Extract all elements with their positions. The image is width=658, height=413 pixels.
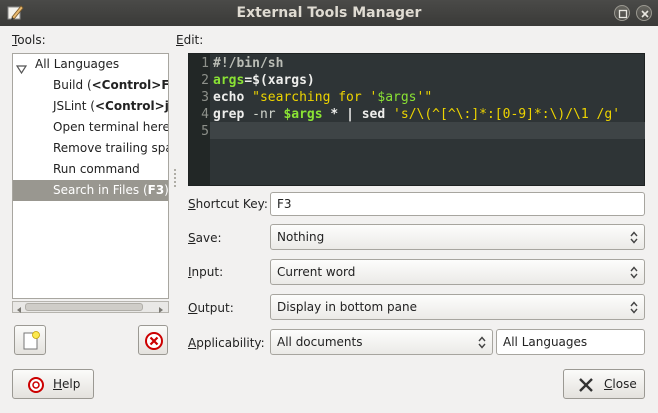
code-line: grep -nr $args * | sed 's/\(^[^\:]*:[0-9… [213, 107, 621, 122]
help-button[interactable]: Help [12, 369, 94, 399]
tools-tree[interactable]: All Languages Build (<Control>F8) JSLint … [12, 53, 169, 299]
remove-tool-button[interactable] [138, 325, 168, 355]
output-combo[interactable]: Display in bottom pane [270, 294, 645, 320]
add-tool-button[interactable] [14, 325, 46, 355]
applicability-label: Applicability: [188, 336, 265, 350]
line-number: 2 [201, 73, 209, 88]
language-selector[interactable]: All Languages [496, 329, 645, 355]
tree-item-tool[interactable]: Build (<Control>F8) [13, 75, 168, 96]
line-number: 4 [201, 107, 209, 122]
tree-item-tool[interactable]: JSLint (<Control>j) [13, 96, 168, 117]
close-label: Close [604, 377, 637, 391]
code-line: args=$(xargs) [213, 73, 315, 88]
tree-item-tool[interactable]: Remove trailing space [13, 138, 168, 159]
pane-resize-handle[interactable] [173, 168, 177, 188]
scroll-left-icon[interactable] [14, 303, 24, 313]
tree-item-tool[interactable]: Run command [13, 159, 168, 180]
combo-arrows-icon [478, 336, 486, 352]
close-button[interactable]: Close [563, 369, 645, 399]
applicability-combo[interactable]: All documents [270, 329, 493, 355]
window-title: External Tools Manager [236, 5, 422, 21]
code-line: #!/bin/sh [213, 56, 284, 71]
scroll-right-icon[interactable] [156, 303, 166, 313]
input-combo[interactable]: Current word [270, 259, 645, 285]
tree-item-label: JSLint (<Control>j) [53, 99, 168, 113]
save-combo[interactable]: Nothing [270, 224, 645, 250]
line-number: 5 [201, 124, 209, 139]
current-line-highlight [210, 122, 645, 139]
scrollbar-thumb[interactable] [25, 303, 143, 311]
tree-item-label: Remove trailing space [53, 141, 168, 155]
input-label: Input: [188, 265, 224, 279]
help-lifebuoy-icon [28, 377, 44, 396]
shortcut-key-input[interactable]: F3 [270, 192, 645, 216]
tools-label: Tools: [12, 33, 46, 47]
help-label: Help [53, 377, 81, 391]
tools-horizontal-scrollbar[interactable] [12, 301, 169, 313]
combo-arrows-icon [630, 301, 638, 317]
remove-icon [144, 331, 164, 354]
maximize-button[interactable] [614, 5, 630, 21]
title-bar: External Tools Manager [0, 0, 658, 26]
tree-item-label: Build (<Control>F8) [53, 78, 168, 92]
tree-item-tool[interactable]: Open terminal here [13, 117, 168, 138]
edit-label: Edit: [176, 33, 204, 47]
tree-item-label: Run command [53, 162, 140, 176]
code-editor[interactable]: 1 2 3 4 5 #!/bin/sh args=$(xargs) echo "searchi… [188, 53, 645, 186]
tree-item-tool[interactable]: Search in Files (F3) [13, 180, 168, 201]
new-document-icon [22, 331, 40, 354]
shortcut-key-label: Shortcut Key: [188, 197, 268, 211]
close-window-button[interactable] [636, 5, 652, 21]
tree-item-label: Open terminal here [53, 120, 168, 134]
tree-item-all-languages[interactable]: All Languages [13, 54, 168, 75]
expander-down-icon[interactable] [15, 60, 28, 75]
close-x-icon [578, 377, 594, 396]
line-number: 3 [201, 90, 209, 105]
save-label: Save: [188, 231, 222, 245]
output-label: Output: [188, 301, 234, 315]
combo-arrows-icon [630, 266, 638, 282]
line-number: 1 [201, 56, 209, 71]
tree-item-label: Search in Files (F3) [53, 183, 168, 197]
combo-arrows-icon [630, 231, 638, 247]
code-line: echo "searching for '$args'" [213, 90, 433, 105]
